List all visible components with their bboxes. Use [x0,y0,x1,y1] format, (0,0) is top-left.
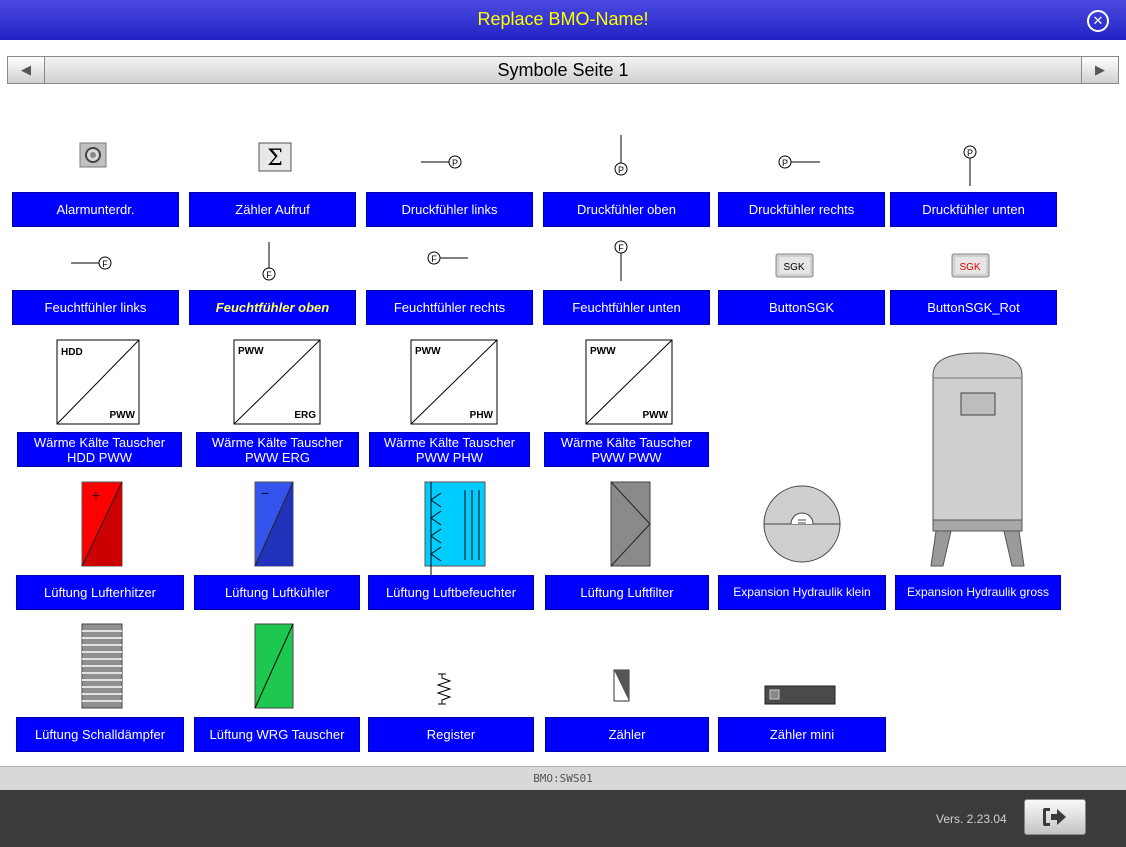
svg-text:PWW: PWW [415,346,441,357]
humidity-sensor-left-button[interactable]: Feuchtfühler links [12,290,179,325]
silencer-button[interactable]: Lüftung Schalldämpfer [16,717,184,752]
heat-exchanger-pww-erg-button[interactable]: Wärme Kälte Tauscher PWW ERG [196,432,359,467]
heat-exchanger-pww-phw-button[interactable]: Wärme Kälte Tauscher PWW PHW [369,432,530,467]
svg-text:+: + [92,487,100,503]
svg-text:F: F [266,270,272,280]
heat-exchanger-pww-pww-icon[interactable]: PWW PWW [585,339,673,425]
pressure-sensor-bottom-button[interactable]: Druckfühler unten [890,192,1057,227]
svg-text:PWW: PWW [238,346,264,357]
exit-icon [1043,808,1066,826]
svg-text:PWW: PWW [642,410,668,421]
arrow-left-icon: ◀ [21,62,31,77]
humidity-sensor-left-icon[interactable]: F [71,256,112,270]
next-page-button[interactable]: ▶ [1081,57,1118,83]
expansion-tank-small-icon[interactable] [763,485,841,563]
heat-recovery-exchanger-icon[interactable] [254,623,294,709]
svg-text:F: F [431,254,437,264]
svg-text:PWW: PWW [590,346,616,357]
svg-text:P: P [967,148,973,158]
svg-text:ERG: ERG [294,410,316,421]
status-text: BMO:SWS01 [533,772,593,785]
svg-text:SGK: SGK [959,262,980,273]
exit-button[interactable] [1024,799,1086,835]
humidity-sensor-bottom-icon[interactable]: F [614,240,628,281]
pressure-sensor-left-icon[interactable]: P [421,155,462,169]
page-title: Symbole Seite 1 [497,60,629,80]
air-humidifier-button[interactable]: Lüftung Luftbefeuchter [368,575,534,610]
humidity-sensor-bottom-button[interactable]: Feuchtfühler unten [543,290,710,325]
close-circle-icon[interactable]: ✕ [1087,10,1109,32]
pressure-sensor-top-button[interactable]: Druckfühler oben [543,192,710,227]
air-cooler-button[interactable]: Lüftung Luftkühler [194,575,360,610]
air-cooler-icon[interactable]: − [254,481,294,567]
sgk-red-button[interactable]: ButtonSGK_Rot [890,290,1057,325]
expansion-large-button[interactable]: Expansion Hydraulik gross [895,575,1061,610]
prev-page-button[interactable]: ◀ [8,57,45,83]
heat-exchanger-hdd-pww-button[interactable]: Wärme Kälte Tauscher HDD PWW [17,432,182,467]
pressure-sensor-bottom-icon[interactable]: P [963,145,977,186]
window-title: Replace BMO-Name! [477,9,649,29]
svg-text:PHW: PHW [470,410,494,421]
alarm-suppression-button[interactable]: Alarmunterdr. [12,192,179,227]
svg-text:F: F [102,259,108,269]
air-heater-button[interactable]: Lüftung Lufterhitzer [16,575,184,610]
heat-exchanger-pww-phw-icon[interactable]: PWW PHW [410,339,498,425]
arrow-right-icon: ▶ [1095,62,1105,77]
humidity-sensor-right-icon[interactable]: F [427,251,468,265]
svg-text:SGK: SGK [783,262,804,273]
svg-text:Σ: Σ [267,146,283,171]
humidity-sensor-top-icon[interactable]: F [262,242,276,281]
svg-text:P: P [618,165,624,175]
meter-button[interactable]: Zähler [545,717,709,752]
footer-bar: Vers. 2.23.04 [0,790,1126,847]
humidity-sensor-right-button[interactable]: Feuchtfühler rechts [366,290,533,325]
symbol-canvas: Σ P P P P F F F F SGK SGK HDD PWW PWW ER… [56,135,1025,709]
svg-text:−: − [261,485,269,501]
humidity-sensor-top-button[interactable]: Feuchtfühler oben [189,290,356,325]
svg-text:HDD: HDD [61,347,83,358]
sgk-red-button-icon[interactable]: SGK [951,253,990,278]
heat-recovery-button[interactable]: Lüftung WRG Tauscher [194,717,360,752]
heat-exchanger-pww-erg-icon[interactable]: PWW ERG [233,339,321,425]
pressure-sensor-top-icon[interactable]: P [614,135,628,176]
air-heater-icon[interactable]: + [81,481,123,567]
air-humidifier-icon[interactable] [424,481,486,578]
air-filter-icon[interactable] [610,481,651,567]
svg-text:P: P [782,158,788,168]
sigma-counter-icon[interactable]: Σ [258,142,292,172]
register-button[interactable]: Register [368,717,534,752]
heat-exchanger-pww-pww-button[interactable]: Wärme Kälte Tauscher PWW PWW [544,432,709,467]
svg-text:P: P [452,158,458,168]
counter-call-button[interactable]: Zähler Aufruf [189,192,356,227]
meter-mini-icon[interactable] [764,685,836,705]
pressure-sensor-right-icon[interactable]: P [778,155,820,169]
page-navigation-bar: ◀ Symbole Seite 1 ▶ [7,56,1119,84]
svg-text:PWW: PWW [109,410,135,421]
register-coil-icon[interactable] [436,673,452,705]
silencer-icon[interactable] [81,623,123,709]
svg-text:F: F [618,243,624,253]
window-title-bar: Replace BMO-Name! ✕ [0,0,1126,40]
alarm-suppression-icon[interactable] [79,142,107,168]
version-label: Vers. 2.23.04 [936,812,1007,826]
meter-mini-button[interactable]: Zähler mini [718,717,886,752]
expansion-tank-large-icon[interactable] [930,352,1025,567]
pressure-sensor-left-button[interactable]: Druckfühler links [366,192,533,227]
air-filter-button[interactable]: Lüftung Luftfilter [545,575,709,610]
status-bar: BMO:SWS01 [0,766,1126,790]
expansion-small-button[interactable]: Expansion Hydraulik klein [718,575,886,610]
sgk-button[interactable]: ButtonSGK [718,290,885,325]
pressure-sensor-right-button[interactable]: Druckfühler rechts [718,192,885,227]
sgk-button-icon[interactable]: SGK [775,253,814,278]
meter-icon[interactable] [613,669,630,702]
heat-exchanger-hdd-pww-icon[interactable]: HDD PWW [56,339,140,425]
